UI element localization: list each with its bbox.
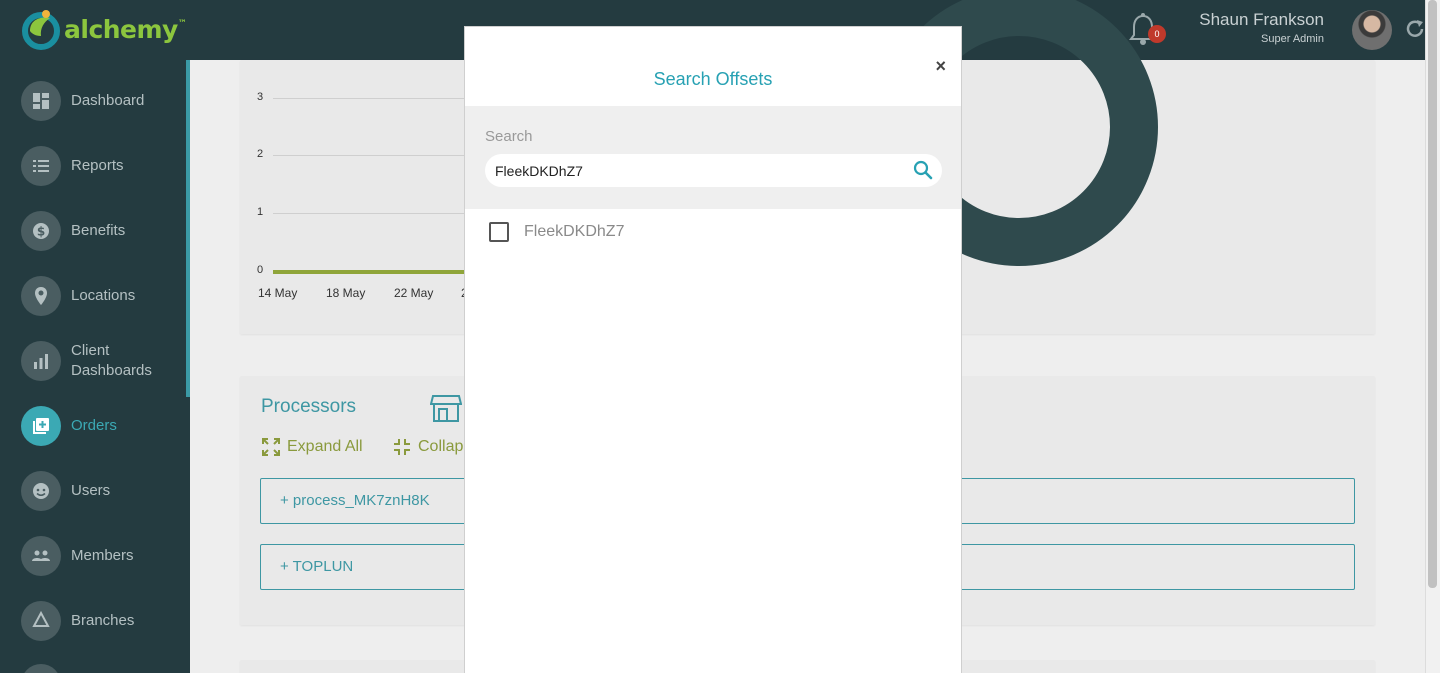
search-panel: Search — [465, 106, 961, 209]
result-label: FleekDKDhZ7 — [524, 223, 625, 240]
scrollbar-thumb[interactable] — [1428, 0, 1437, 588]
search-offsets-modal: Search Offsets × Search FleekDKDhZ7 — [464, 26, 962, 673]
close-button[interactable]: × — [935, 57, 946, 75]
result-checkbox[interactable] — [489, 222, 509, 242]
search-input[interactable] — [495, 160, 895, 182]
search-icon[interactable] — [913, 160, 933, 180]
search-label: Search — [485, 128, 533, 145]
modal-title: Search Offsets — [653, 69, 773, 89]
result-list-item[interactable]: FleekDKDhZ7 — [489, 222, 624, 242]
search-box[interactable] — [485, 154, 942, 187]
